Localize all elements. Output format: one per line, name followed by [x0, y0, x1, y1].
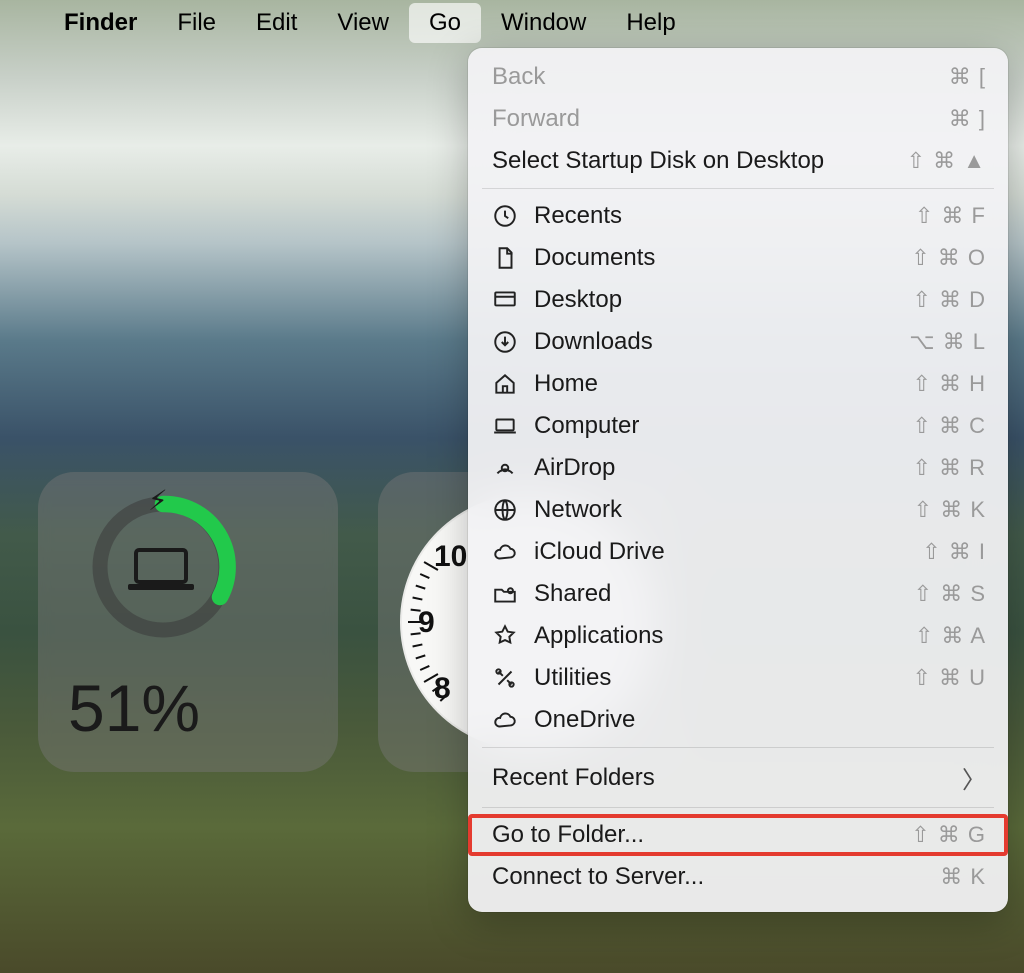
menu-label: Computer [534, 412, 912, 440]
menu-go[interactable]: Go [409, 3, 481, 43]
menu-item-documents[interactable]: Documents ⇧ ⌘ O [468, 237, 1008, 279]
menu-item-go-to-folder[interactable]: Go to Folder... ⇧ ⌘ G [468, 814, 1008, 856]
menu-item-desktop[interactable]: Desktop ⇧ ⌘ D [468, 279, 1008, 321]
menu-edit[interactable]: Edit [236, 3, 317, 43]
menu-label: Select Startup Disk on Desktop [492, 147, 907, 175]
menu-shortcut: ⇧ ⌘ O [911, 245, 986, 271]
battery-percent: 51% [68, 670, 200, 746]
menu-shortcut: ⌘ K [940, 864, 986, 890]
menu-help[interactable]: Help [606, 3, 695, 43]
menu-item-computer[interactable]: Computer ⇧ ⌘ C [468, 405, 1008, 447]
menu-shortcut: ⇧ ⌘ D [912, 287, 986, 313]
airdrop-icon [492, 455, 526, 481]
menu-item-onedrive[interactable]: OneDrive [468, 699, 1008, 741]
menu-item-connect-to-server[interactable]: Connect to Server... ⌘ K [468, 856, 1008, 898]
menu-label: Utilities [534, 664, 912, 692]
menubar: Finder File Edit View Go Window Help [0, 0, 1024, 46]
menu-item-forward: Forward ⌘ ] [468, 98, 1008, 140]
onedrive-icon [492, 707, 526, 733]
menu-shortcut: ⇧ ⌘ U [912, 665, 986, 691]
menu-shortcut: ⇧ ⌘ ▲ [907, 148, 986, 174]
menu-label: Downloads [534, 328, 909, 356]
clock-icon [492, 203, 526, 229]
clock-numeral: 8 [434, 672, 451, 706]
applications-icon [492, 623, 526, 649]
menu-item-downloads[interactable]: Downloads ⌥ ⌘ L [468, 321, 1008, 363]
menu-shortcut: ⇧ ⌘ G [911, 822, 986, 848]
menu-label: Shared [534, 580, 914, 608]
menu-label: iCloud Drive [534, 538, 922, 566]
battery-widget[interactable]: ⚡︎ 51% [38, 472, 338, 772]
chevron-right-icon: 〉 [962, 760, 986, 795]
menu-shortcut: ⇧ ⌘ C [912, 413, 986, 439]
menu-item-recent-folders[interactable]: Recent Folders 〉 [468, 754, 1008, 801]
laptop-icon [126, 544, 196, 594]
menu-shortcut: ⇧ ⌘ F [915, 203, 986, 229]
download-icon [492, 329, 526, 355]
shared-folder-icon [492, 581, 526, 607]
menu-shortcut: ⇧ ⌘ S [914, 581, 986, 607]
document-icon [492, 245, 526, 271]
menu-separator [482, 807, 994, 808]
desktop-icon [492, 287, 526, 313]
menu-shortcut: ⇧ ⌘ R [912, 455, 986, 481]
menu-shortcut: ⇧ ⌘ K [914, 497, 986, 523]
menu-item-airdrop[interactable]: AirDrop ⇧ ⌘ R [468, 447, 1008, 489]
network-icon [492, 497, 526, 523]
menu-shortcut: ⌘ ] [949, 106, 986, 132]
menu-label: Forward [492, 105, 949, 133]
menu-label: Recent Folders [492, 764, 962, 792]
menu-item-network[interactable]: Network ⇧ ⌘ K [468, 489, 1008, 531]
menu-label: AirDrop [534, 454, 912, 482]
menu-label: OneDrive [534, 706, 986, 734]
menu-item-startup-disk[interactable]: Select Startup Disk on Desktop ⇧ ⌘ ▲ [468, 140, 1008, 182]
go-menu-dropdown: Back ⌘ [ Forward ⌘ ] Select Startup Disk… [468, 48, 1008, 912]
utilities-icon [492, 665, 526, 691]
computer-icon [492, 413, 526, 439]
menu-label: Documents [534, 244, 911, 272]
bolt-icon: ⚡︎ [148, 484, 168, 517]
menu-item-shared[interactable]: Shared ⇧ ⌘ S [468, 573, 1008, 615]
clock-numeral: 10 [434, 540, 467, 574]
menu-label: Network [534, 496, 914, 524]
menu-separator [482, 747, 994, 748]
home-icon [492, 371, 526, 397]
menu-shortcut: ⇧ ⌘ I [922, 539, 986, 565]
menu-item-recents[interactable]: Recents ⇧ ⌘ F [468, 195, 1008, 237]
menu-window[interactable]: Window [481, 3, 606, 43]
menu-item-back: Back ⌘ [ [468, 56, 1008, 98]
menu-label: Connect to Server... [492, 863, 940, 891]
clock-numeral: 9 [418, 606, 435, 640]
menu-item-home[interactable]: Home ⇧ ⌘ H [468, 363, 1008, 405]
menu-shortcut: ⇧ ⌘ H [912, 371, 986, 397]
menu-shortcut: ⌥ ⌘ L [909, 329, 986, 355]
menu-item-utilities[interactable]: Utilities ⇧ ⌘ U [468, 657, 1008, 699]
menu-label: Home [534, 370, 912, 398]
menu-item-applications[interactable]: Applications ⇧ ⌘ A [468, 615, 1008, 657]
cloud-icon [492, 539, 526, 565]
menu-item-icloud[interactable]: iCloud Drive ⇧ ⌘ I [468, 531, 1008, 573]
menu-label: Applications [534, 622, 915, 650]
menu-label: Back [492, 63, 949, 91]
menu-label: Recents [534, 202, 915, 230]
menu-shortcut: ⇧ ⌘ A [915, 623, 986, 649]
menu-file[interactable]: File [157, 3, 236, 43]
menu-separator [482, 188, 994, 189]
app-menu[interactable]: Finder [44, 3, 157, 43]
menu-shortcut: ⌘ [ [949, 64, 986, 90]
menu-label: Desktop [534, 286, 912, 314]
menu-label: Go to Folder... [492, 821, 911, 849]
menu-view[interactable]: View [317, 3, 409, 43]
